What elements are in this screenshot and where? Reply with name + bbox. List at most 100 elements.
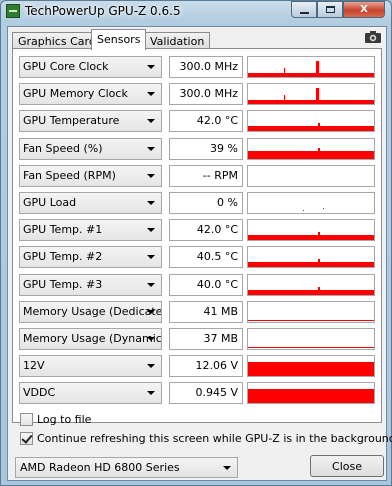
- gpu-select-value: AMD Radeon HD 6800 Series: [20, 461, 180, 474]
- log-to-file-option[interactable]: Log to file: [20, 411, 91, 427]
- maximize-icon: [325, 6, 335, 13]
- sensor-graph: [247, 246, 375, 269]
- tab-graphics-card[interactable]: Graphics Card: [12, 32, 102, 49]
- chevron-down-icon: [147, 92, 155, 97]
- sensor-row: Memory Usage (Dedicated) 41 MB: [19, 300, 375, 323]
- sensor-row: Fan Speed (RPM) -- RPM: [19, 164, 375, 187]
- sensor-graph: [247, 328, 375, 350]
- continue-refresh-checkbox[interactable]: [20, 431, 33, 445]
- sensor-name-dropdown[interactable]: GPU Load: [19, 192, 162, 214]
- chevron-down-icon: [147, 282, 155, 287]
- chevron-down-icon: [147, 119, 155, 124]
- window-controls: X: [291, 1, 385, 19]
- sensor-row: Fan Speed (%) 39 %: [19, 137, 375, 160]
- sensor-row: GPU Load 0 %: [19, 192, 375, 214]
- gpu-select-dropdown[interactable]: AMD Radeon HD 6800 Series: [15, 457, 238, 478]
- sensor-name-dropdown[interactable]: 12V: [19, 355, 162, 378]
- title-bar[interactable]: TechPowerUp GPU-Z 0.6.5 X: [1, 1, 391, 23]
- sensor-name: GPU Memory Clock: [23, 87, 128, 101]
- sensor-name-dropdown[interactable]: GPU Core Clock: [19, 56, 162, 78]
- chevron-down-icon: [147, 65, 155, 69]
- sensor-graph: [247, 164, 375, 187]
- sensor-value: 0 %: [169, 192, 243, 214]
- sensor-name: Memory Usage (Dynamic): [23, 332, 162, 345]
- sensor-name-dropdown[interactable]: GPU Temp. #3: [19, 273, 162, 296]
- sensor-name: GPU Load: [23, 196, 77, 209]
- sensor-value: 0.945 V: [169, 382, 243, 405]
- log-to-file-label: Log to file: [37, 412, 92, 426]
- sensor-row: GPU Core Clock 300.0 MHz: [19, 56, 375, 78]
- continue-refresh-option[interactable]: Continue refreshing this screen while GP…: [20, 430, 392, 446]
- maximize-button[interactable]: [317, 1, 343, 18]
- sensor-graph: [247, 83, 375, 106]
- sensor-name-dropdown[interactable]: Fan Speed (RPM): [19, 164, 162, 187]
- chevron-down-icon: [147, 364, 155, 369]
- sensor-name: GPU Temp. #3: [23, 277, 103, 291]
- chevron-down-icon: [147, 146, 155, 151]
- sensor-graph: [247, 355, 375, 378]
- sensor-graph: [247, 219, 375, 242]
- tab-validation[interactable]: Validation: [144, 32, 211, 49]
- sensor-name-dropdown[interactable]: Memory Usage (Dedicated): [19, 300, 162, 323]
- sensor-value: 42.0 °C: [169, 219, 243, 242]
- sensor-row: Memory Usage (Dynamic) 37 MB: [19, 328, 375, 350]
- sensor-name: Fan Speed (%): [23, 141, 103, 155]
- sensor-graph: [247, 56, 375, 78]
- sensor-value: -- RPM: [169, 164, 243, 187]
- sensor-graph: [247, 192, 375, 214]
- sensor-name: 12V: [23, 359, 45, 373]
- minimize-icon: [299, 11, 309, 14]
- sensor-row: GPU Temp. #1 42.0 °C: [19, 219, 375, 242]
- sensor-name-dropdown[interactable]: GPU Temp. #2: [19, 246, 162, 269]
- sensor-row: GPU Temp. #3 40.0 °C: [19, 273, 375, 296]
- sensor-name-dropdown[interactable]: GPU Temp. #1: [19, 219, 162, 242]
- sensor-value: 300.0 MHz: [169, 56, 243, 78]
- chevron-down-icon: [147, 255, 155, 260]
- sensor-name: Fan Speed (RPM): [23, 168, 116, 182]
- sensor-name: GPU Core Clock: [23, 60, 109, 73]
- chevron-down-icon: [147, 309, 155, 314]
- chevron-down-icon: [223, 466, 231, 470]
- sensor-value: 39 %: [169, 137, 243, 160]
- sensor-name: VDDC: [23, 386, 56, 400]
- sensor-value: 37 MB: [169, 328, 243, 350]
- sensor-name-dropdown[interactable]: GPU Memory Clock: [19, 83, 162, 106]
- sensor-name-dropdown[interactable]: VDDC: [19, 382, 162, 405]
- log-to-file-checkbox[interactable]: [20, 412, 33, 426]
- close-window-button[interactable]: X: [343, 1, 385, 18]
- window-title: TechPowerUp GPU-Z 0.6.5: [25, 4, 181, 18]
- close-button[interactable]: Close: [310, 455, 384, 477]
- sensor-value: 300.0 MHz: [169, 83, 243, 106]
- sensor-value: 42.0 °C: [169, 110, 243, 133]
- sensor-value: 41 MB: [169, 300, 243, 323]
- sensor-name: GPU Temperature: [23, 114, 120, 128]
- minimize-button[interactable]: [291, 1, 317, 18]
- sensor-name: GPU Temp. #2: [23, 250, 103, 264]
- sensor-name: Memory Usage (Dedicated): [23, 304, 162, 318]
- continue-refresh-label: Continue refreshing this screen while GP…: [37, 431, 392, 445]
- sensor-graph: [247, 273, 375, 296]
- sensor-row: GPU Temperature 42.0 °C: [19, 110, 375, 133]
- chevron-down-icon: [147, 201, 155, 205]
- sensors-panel: GPU Core Clock 300.0 MHz GPU Memory Clock 3…: [12, 48, 382, 423]
- sensor-name-dropdown[interactable]: Memory Usage (Dynamic): [19, 328, 162, 350]
- sensor-value: 40.0 °C: [169, 273, 243, 296]
- tab-sensors[interactable]: Sensors: [91, 29, 147, 50]
- sensor-row: GPU Temp. #2 40.5 °C: [19, 246, 375, 269]
- sensor-name-dropdown[interactable]: Fan Speed (%): [19, 137, 162, 160]
- chevron-down-icon: [147, 337, 155, 341]
- sensor-graph: [247, 382, 375, 405]
- sensor-graph: [247, 110, 375, 133]
- sensor-row: 12V 12.06 V: [19, 355, 375, 378]
- sensor-name-dropdown[interactable]: GPU Temperature: [19, 110, 162, 133]
- sensor-name: GPU Temp. #1: [23, 223, 103, 237]
- camera-icon[interactable]: [364, 30, 382, 44]
- chevron-down-icon: [147, 173, 155, 178]
- sensor-value: 40.5 °C: [169, 246, 243, 269]
- sensor-graph: [247, 300, 375, 323]
- gpuz-app-icon: [6, 4, 20, 18]
- sensor-value: 12.06 V: [169, 355, 243, 378]
- sensor-graph: [247, 137, 375, 160]
- sensor-row: GPU Memory Clock 300.0 MHz: [19, 83, 375, 106]
- sensor-row: VDDC 0.945 V: [19, 382, 375, 405]
